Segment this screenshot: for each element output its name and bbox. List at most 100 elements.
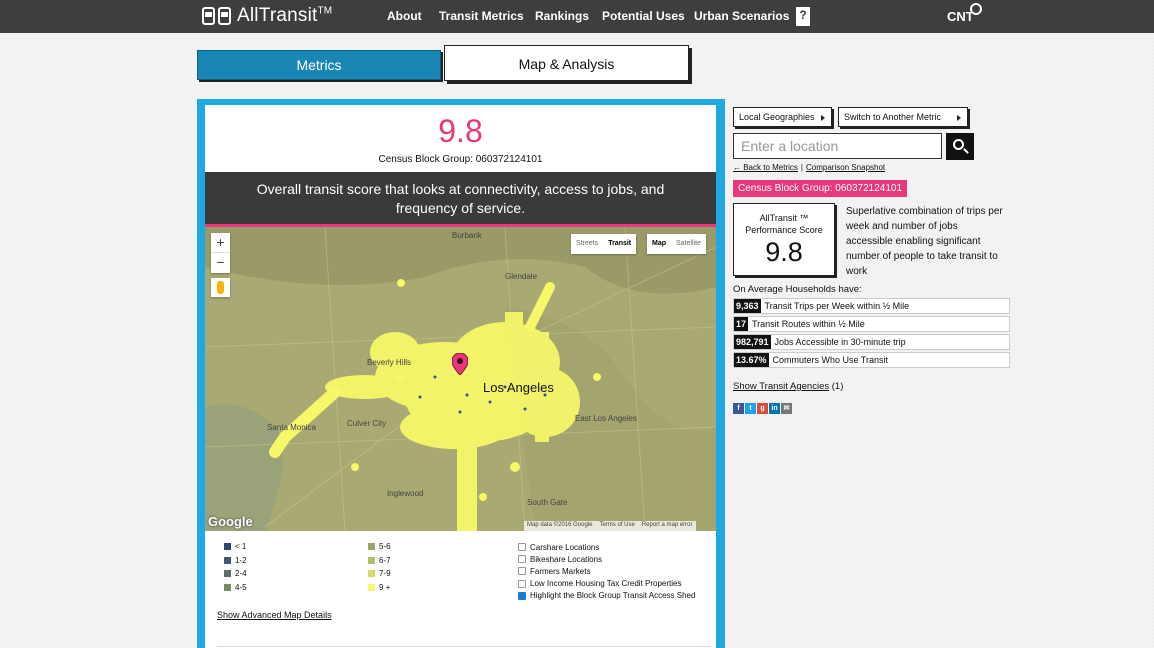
show-transit-agencies-link[interactable]: Show Transit Agencies xyxy=(733,381,829,392)
checkbox[interactable] xyxy=(518,543,526,552)
map-label-inglewood: Inglewood xyxy=(387,489,424,498)
legend-swatch xyxy=(224,543,231,551)
stat-row: 13.67% Commuters Who Use Transit xyxy=(733,352,1010,368)
nav-urban-scenarios[interactable]: Urban Scenarios xyxy=(694,9,789,23)
checkbox[interactable] xyxy=(518,555,526,564)
legend-swatch xyxy=(224,556,231,564)
tab-map-analysis[interactable]: Map & Analysis xyxy=(444,45,689,81)
caret-right-icon xyxy=(821,115,825,121)
transit-agencies: Show Transit Agencies (1) xyxy=(733,381,843,392)
search-button[interactable] xyxy=(946,133,974,160)
legend-item: 5-6 xyxy=(368,540,391,554)
stat-label: Transit Routes within ½ Mile xyxy=(752,319,865,329)
alltransit-logo[interactable]: AllTransitTM xyxy=(202,5,332,27)
overlay-farmers-markets[interactable]: Farmers Markets xyxy=(518,565,695,577)
logo-tm: TM xyxy=(317,5,333,17)
legend-item: 9 + xyxy=(368,581,391,595)
checkbox[interactable] xyxy=(518,567,526,576)
terms-of-use-link[interactable]: Terms of Use xyxy=(599,522,634,530)
layer-toggle: Streets Transit xyxy=(571,234,637,254)
stat-label: Jobs Accessible in 30-minute trip xyxy=(774,337,906,347)
linkedin-icon[interactable]: in xyxy=(769,403,780,414)
map-overlays: Carshare Locations Bikeshare Locations F… xyxy=(518,541,695,602)
map-type-toggle: Map Satellite xyxy=(647,234,706,254)
overlay-access-shed[interactable]: Highlight the Block Group Transit Access… xyxy=(518,590,695,602)
map-label-burbank: Burbank xyxy=(452,231,482,240)
performance-score-box: AllTransit ™ Performance Score 9.8 xyxy=(733,203,835,276)
legend-high: 5-6 6-7 7-9 9 + xyxy=(368,540,391,594)
map-label-santa-monica: Santa Monica xyxy=(267,423,316,432)
bus-icon xyxy=(202,7,215,25)
cnt-logo-ring-icon xyxy=(970,3,982,15)
overlay-lihtc[interactable]: Low Income Housing Tax Credit Properties xyxy=(518,578,695,590)
transit-map[interactable]: Los Angeles Burbank Glendale Beverly Hil… xyxy=(205,227,716,531)
location-search-input[interactable] xyxy=(734,134,941,158)
nav-about[interactable]: About xyxy=(387,9,422,23)
google-logo: Google xyxy=(208,514,253,529)
stat-value: 13.67% xyxy=(734,353,769,367)
agencies-count: (1) xyxy=(831,381,844,392)
stat-value: 9,363 xyxy=(734,299,761,313)
overlay-bikeshare[interactable]: Bikeshare Locations xyxy=(518,553,695,565)
layer-streets-button[interactable]: Streets xyxy=(571,234,603,254)
map-label-east-los-angeles: East Los Angeles xyxy=(575,414,637,423)
switch-metric-dropdown[interactable]: Switch to Another Metric xyxy=(838,107,968,127)
stat-row: 17 Transit Routes within ½ Mile xyxy=(733,316,1010,332)
map-canvas xyxy=(205,227,716,531)
perf-title-line2: Performance Score xyxy=(745,225,823,235)
stat-label: Transit Trips per Week within ½ Mile xyxy=(764,301,910,311)
show-advanced-map-details-link[interactable]: Show Advanced Map Details xyxy=(217,610,332,620)
overall-score: 9.8 xyxy=(438,113,483,149)
map-data-credit: Map data ©2016 Google xyxy=(527,522,593,528)
location-search-field xyxy=(733,133,942,159)
checkbox-checked[interactable] xyxy=(518,591,526,600)
stat-label: Commuters Who Use Transit xyxy=(772,355,889,365)
map-type-satellite-button[interactable]: Satellite xyxy=(671,234,706,254)
legend-item: 4-5 xyxy=(224,581,247,595)
logo-text: AllTransit xyxy=(237,5,318,26)
averages-heading: On Average Households have: xyxy=(733,284,862,295)
checkbox[interactable] xyxy=(518,579,526,588)
overlay-carshare[interactable]: Carshare Locations xyxy=(518,541,695,553)
divider xyxy=(217,646,711,647)
stat-value: 17 xyxy=(734,317,749,331)
census-block-group-badge: Census Block Group: 060372124101 xyxy=(733,180,908,197)
caret-right-icon xyxy=(957,115,961,121)
google-plus-icon[interactable]: g xyxy=(757,403,768,414)
nav-transit-metrics[interactable]: Transit Metrics xyxy=(439,9,524,23)
nav-potential-uses[interactable]: Potential Uses xyxy=(602,9,685,23)
zoom-in-button[interactable]: + xyxy=(211,233,230,253)
layer-transit-button[interactable]: Transit xyxy=(603,234,636,254)
nav-rankings[interactable]: Rankings xyxy=(535,9,589,23)
tab-metrics[interactable]: Metrics xyxy=(197,50,441,80)
legend-swatch xyxy=(368,583,375,591)
location-pin-icon[interactable] xyxy=(452,353,468,375)
twitter-icon[interactable]: t xyxy=(745,403,756,414)
back-to-metrics-link[interactable]: ← Back to Metrics xyxy=(733,163,798,172)
facebook-icon[interactable]: f xyxy=(733,403,744,414)
score-description: Overall transit score that looks at conn… xyxy=(205,172,716,224)
map-type-map-button[interactable]: Map xyxy=(647,234,671,254)
legend-swatch xyxy=(368,570,375,578)
local-geographies-dropdown[interactable]: Local Geographies xyxy=(733,107,832,127)
legend-item: 2-4 xyxy=(224,567,247,581)
perf-title-line1: AllTransit ™ xyxy=(759,213,809,223)
legend-item: 7-9 xyxy=(368,567,391,581)
stat-row: 982,791 Jobs Accessible in 30-minute trip xyxy=(733,334,1010,350)
legend-item: 6-7 xyxy=(368,554,391,568)
email-icon[interactable]: ✉ xyxy=(781,403,792,414)
zoom-out-button[interactable]: − xyxy=(211,253,230,273)
map-label-culver-city: Culver City xyxy=(347,419,387,428)
street-view-pegman-icon[interactable] xyxy=(211,278,230,297)
bus-icon xyxy=(218,7,231,25)
sidebar-links: ← Back to Metrics | Comparison Snapshot xyxy=(733,163,886,172)
stat-value: 982,791 xyxy=(734,335,771,349)
legend-swatch xyxy=(224,570,231,578)
report-map-error-link[interactable]: Report a map error xyxy=(642,522,693,530)
performance-score-value: 9.8 xyxy=(765,237,803,267)
map-label-los-angeles: Los Angeles xyxy=(483,380,554,395)
comparison-snapshot-link[interactable]: Comparison Snapshot xyxy=(806,163,885,172)
help-icon[interactable]: ? xyxy=(796,7,810,26)
map-label-beverly-hills: Beverly Hills xyxy=(367,358,412,367)
map-attribution: Map data ©2016 Google Terms of Use Repor… xyxy=(524,521,696,531)
